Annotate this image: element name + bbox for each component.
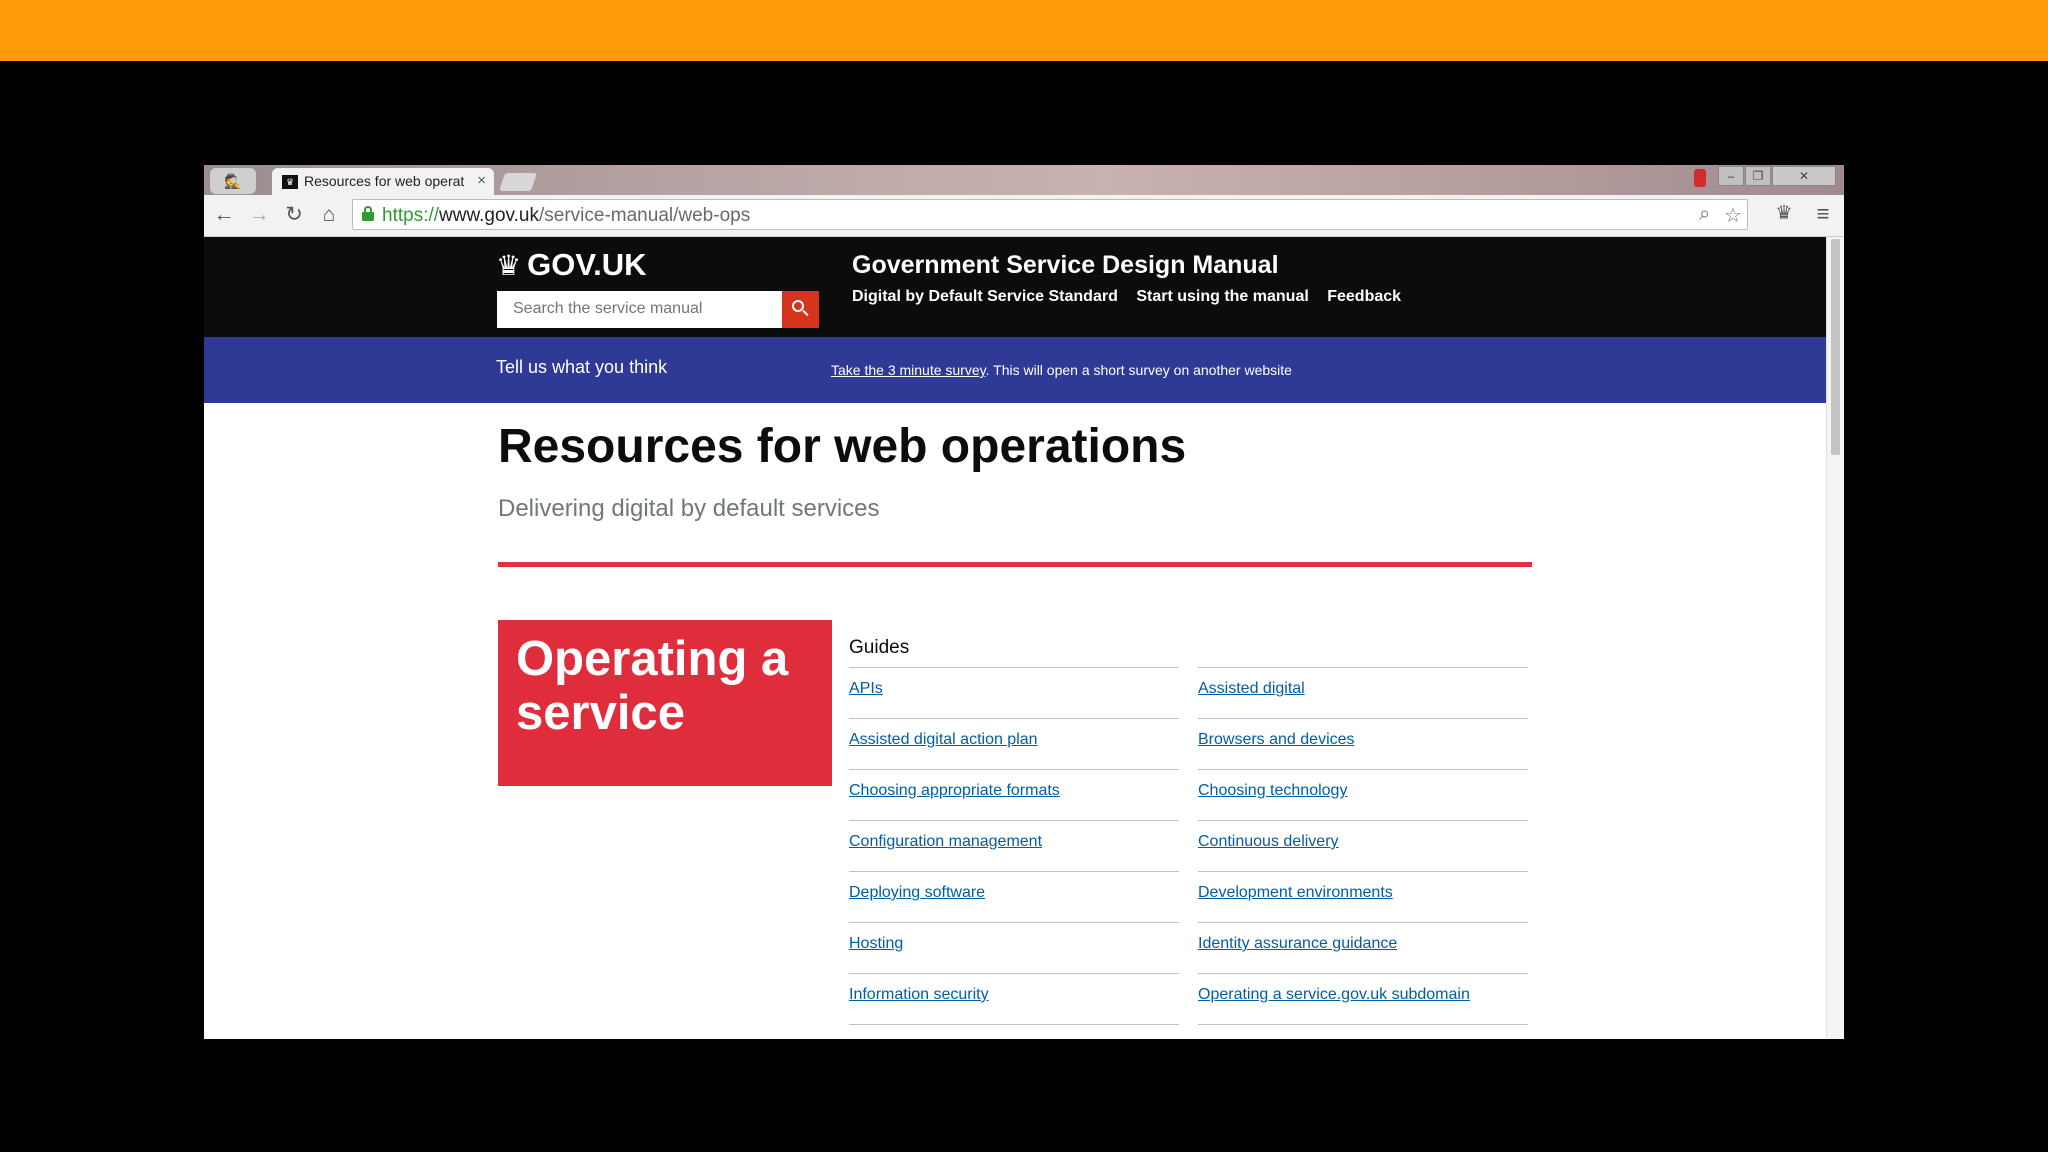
browser-window: 🕵 ♛ Resources for web operati × – ❐ ✕ ← … (204, 165, 1844, 1039)
tab-close-icon[interactable]: × (477, 172, 486, 189)
guide-link[interactable]: Assisted digital action plan (849, 731, 1038, 749)
list-item: Browsers and devices (1198, 718, 1528, 769)
page-subtitle: Delivering digital by default services (498, 495, 880, 522)
page-viewport: ♛GOV.UK Government Service Design Manual… (204, 237, 1826, 1039)
list-divider (849, 1024, 1179, 1026)
guide-link[interactable]: Assisted digital (1198, 680, 1305, 698)
address-bar[interactable]: https://www.gov.uk/service-manual/web-op… (352, 199, 1748, 230)
zoom-search-icon[interactable]: ⌕ (1699, 203, 1710, 226)
scrollbar[interactable] (1826, 237, 1844, 1039)
list-item: Assisted digital (1198, 667, 1528, 718)
list-item: Choosing appropriate formats (849, 769, 1179, 820)
list-item: Identity assurance guidance (1198, 922, 1528, 973)
list-item: Choosing technology (1198, 769, 1528, 820)
list-item: Deploying software (849, 871, 1179, 922)
crown-favicon-icon: ♛ (282, 175, 298, 189)
list-item: Configuration management (849, 820, 1179, 871)
url-text: https://www.gov.uk/service-manual/web-op… (382, 205, 751, 226)
govuk-header: ♛GOV.UK Government Service Design Manual… (204, 237, 1826, 337)
guide-link[interactable]: Operating a service.gov.uk subdomain (1198, 986, 1470, 1004)
nav-service-standard[interactable]: Digital by Default Service Standard (852, 288, 1118, 305)
scrollbar-thumb[interactable] (1831, 239, 1840, 455)
back-icon[interactable]: ← (210, 201, 238, 229)
guide-link[interactable]: Browsers and devices (1198, 731, 1355, 749)
incognito-icon: 🕵 (210, 168, 256, 194)
guide-link[interactable]: Development environments (1198, 884, 1393, 902)
survey-text: Take the 3 minute survey. This will open… (831, 362, 1292, 378)
reload-icon[interactable]: ↻ (280, 201, 308, 229)
manual-title[interactable]: Government Service Design Manual (852, 251, 1279, 280)
section-block: Operating a service (498, 620, 832, 786)
search-field[interactable] (497, 291, 782, 328)
manual-nav: Digital by Default Service Standard Star… (852, 288, 1415, 306)
lock-icon (362, 206, 374, 221)
search-button[interactable] (782, 291, 819, 328)
page-title: Resources for web operations (498, 420, 1187, 473)
close-window-button[interactable]: ✕ (1772, 166, 1836, 186)
guide-link[interactable]: Continuous delivery (1198, 833, 1339, 851)
extension-icon[interactable]: ♛ (1772, 202, 1796, 226)
divider (498, 562, 1532, 567)
browser-toolbar: ← → ↻ ⌂ https://www.gov.uk/service-manua… (204, 195, 1844, 237)
browser-titlebar: 🕵 ♛ Resources for web operati × – ❐ ✕ (204, 165, 1844, 195)
new-tab-button[interactable] (499, 173, 537, 191)
guide-link[interactable]: Information security (849, 986, 989, 1004)
browser-menu-icon[interactable]: ≡ (1812, 201, 1834, 227)
top-orange-bar (0, 0, 2048, 61)
tab-title: Resources for web operati (304, 173, 464, 189)
guide-link[interactable]: Deploying software (849, 884, 985, 902)
browser-tab[interactable]: ♛ Resources for web operati × (272, 168, 494, 195)
minimize-button[interactable]: – (1718, 166, 1744, 186)
forward-icon[interactable]: → (245, 201, 273, 229)
section-title: Operating a service (516, 632, 789, 740)
list-divider (1198, 1024, 1528, 1026)
profile-icon[interactable] (1694, 169, 1706, 187)
bookmark-star-icon[interactable]: ☆ (1724, 203, 1742, 228)
list-item: Operating a service.gov.uk subdomain (1198, 973, 1528, 1024)
search-input[interactable] (513, 291, 773, 326)
list-item: Continuous delivery (1198, 820, 1528, 871)
guide-link[interactable]: APIs (849, 680, 883, 698)
maximize-button[interactable]: ❐ (1745, 166, 1771, 186)
list-item: Information security (849, 973, 1179, 1024)
guide-link[interactable]: Choosing technology (1198, 782, 1347, 800)
list-item: Assisted digital action plan (849, 718, 1179, 769)
survey-title: Tell us what you think (496, 357, 668, 377)
list-item: Development environments (1198, 871, 1528, 922)
nav-feedback[interactable]: Feedback (1327, 288, 1401, 305)
guide-link[interactable]: Hosting (849, 935, 903, 953)
guide-link[interactable]: Identity assurance guidance (1198, 935, 1397, 953)
govuk-logo[interactable]: ♛ GOV.UK (496, 247, 647, 283)
crown-icon: ♛ (496, 250, 522, 281)
guides-heading: Guides (849, 637, 910, 658)
guide-link[interactable]: Choosing appropriate formats (849, 782, 1060, 800)
nav-start-using[interactable]: Start using the manual (1136, 288, 1308, 305)
survey-banner: Tell us what you think Take the 3 minute… (204, 337, 1826, 403)
list-item: Hosting (849, 922, 1179, 973)
survey-link[interactable]: Take the 3 minute survey (831, 362, 986, 378)
guide-link[interactable]: Configuration management (849, 833, 1042, 851)
list-item: APIs (849, 667, 1179, 718)
home-icon[interactable]: ⌂ (315, 201, 343, 229)
